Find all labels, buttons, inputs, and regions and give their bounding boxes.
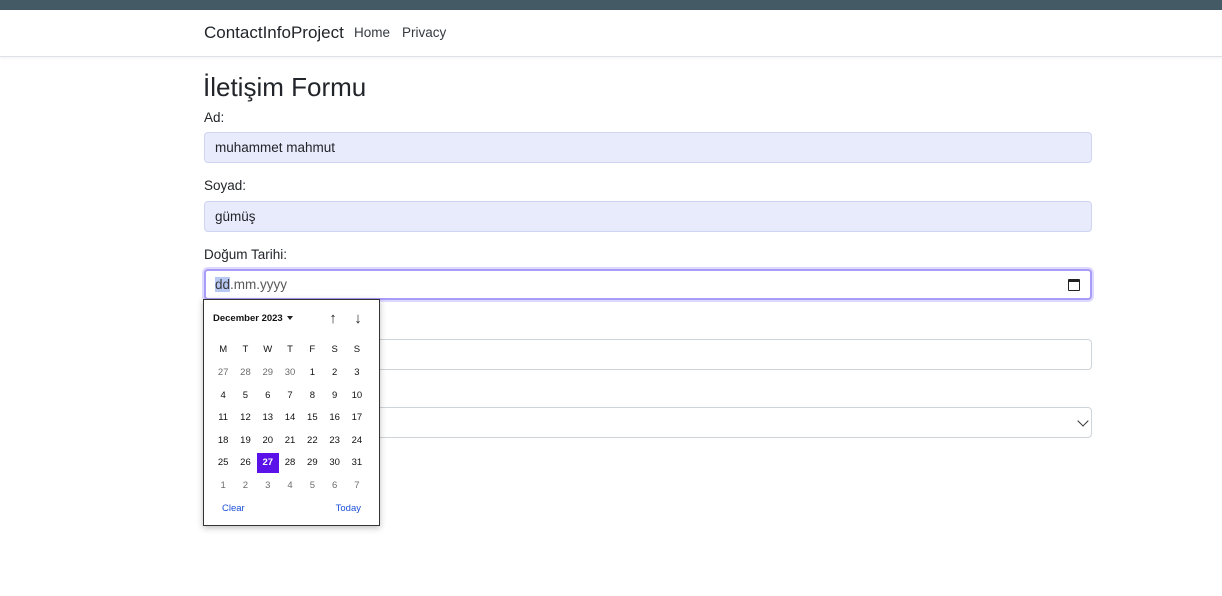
page-title: İletişim Formu	[203, 72, 367, 102]
calendar-day[interactable]: 12	[234, 408, 256, 428]
calendar-day[interactable]: 7	[346, 476, 368, 496]
weekday-header-row: MTWTFSS	[212, 340, 378, 360]
calendar-day[interactable]: 5	[234, 386, 256, 406]
calendar-day[interactable]: 26	[234, 453, 256, 473]
calendar-week-row: 18 19 20 21 22 23 24	[212, 431, 378, 451]
nav-link-privacy[interactable]: Privacy	[402, 25, 446, 40]
calendar-week-row: 11 12 13 14 15 16 17	[212, 408, 378, 428]
calendar-day[interactable]: 2	[323, 363, 345, 383]
calendar-day[interactable]: 1	[301, 363, 323, 383]
date-rest-segment: .mm.yyyy	[230, 277, 288, 292]
calendar-day[interactable]: 23	[323, 431, 345, 451]
calendar-day[interactable]: 25	[212, 453, 234, 473]
calendar-day[interactable]: 17	[346, 408, 368, 428]
chevron-down-icon	[1077, 415, 1089, 427]
calendar-day[interactable]: 5	[301, 476, 323, 496]
calendar-day[interactable]: 28	[279, 453, 301, 473]
last-name-label: Soyad:	[204, 178, 247, 193]
calendar-day[interactable]: 8	[301, 386, 323, 406]
calendar-week-row: 27 28 29 30 1 2 3	[212, 363, 378, 383]
calendar-day[interactable]: 29	[301, 453, 323, 473]
calendar-day[interactable]: 4	[212, 386, 234, 406]
calendar-day[interactable]: 21	[279, 431, 301, 451]
calendar-day[interactable]: 10	[346, 386, 368, 406]
calendar-day[interactable]: 13	[257, 408, 279, 428]
brand-link[interactable]: ContactInfoProject	[204, 23, 344, 43]
calendar-day[interactable]: 18	[212, 431, 234, 451]
weekday-label: W	[263, 344, 273, 355]
navbar: ContactInfoProject Home Privacy	[0, 10, 1222, 57]
calendar-day[interactable]: 2	[234, 476, 256, 496]
month-year-label: December 2023	[213, 313, 283, 324]
calendar-day[interactable]: 15	[301, 408, 323, 428]
calendar-day[interactable]: 30	[323, 453, 345, 473]
birth-date-label: Doğum Tarihi:	[204, 247, 288, 262]
calendar-week-row: 25 26 27 28 29 30 31	[212, 453, 378, 473]
calendar-day[interactable]: 14	[279, 408, 301, 428]
calendar-day[interactable]: 6	[257, 386, 279, 406]
weekday-label: S	[331, 344, 338, 355]
calendar-day[interactable]: 22	[301, 431, 323, 451]
calendar-day[interactable]: 19	[234, 431, 256, 451]
calendar-day[interactable]: 9	[323, 386, 345, 406]
calendar-day[interactable]: 28	[234, 363, 256, 383]
browser-top-strip	[0, 0, 1222, 10]
clear-button[interactable]: Clear	[222, 503, 245, 514]
calendar-day[interactable]: 4	[279, 476, 301, 496]
calendar-day[interactable]: 27	[212, 363, 234, 383]
last-name-input[interactable]: gümüş	[204, 201, 1092, 232]
weekday-label: T	[242, 344, 249, 355]
caret-down-icon	[286, 316, 293, 321]
calendar-day[interactable]: 16	[323, 408, 345, 428]
arrow-down-icon[interactable]: ↓	[351, 311, 365, 327]
calendar-icon[interactable]	[1068, 279, 1080, 291]
arrow-up-icon[interactable]: ↑	[326, 311, 340, 327]
calendar-day[interactable]: 24	[346, 431, 368, 451]
date-picker-popup: December 2023 ↑ ↓ MTWTFSS 27 28 29 30 1 2 3 4 5 6…	[203, 299, 380, 526]
birth-date-input[interactable]: dd.mm.yyyy	[204, 269, 1092, 300]
today-button[interactable]: Today	[336, 503, 361, 514]
nav-link-home[interactable]: Home	[354, 25, 390, 40]
calendar-day-selected[interactable]: 27	[256, 453, 279, 473]
calendar-day[interactable]: 30	[279, 363, 301, 383]
first-name-label: Ad:	[204, 110, 225, 125]
weekday-label: T	[287, 344, 293, 355]
month-year-selector[interactable]: December 2023	[213, 313, 293, 324]
weekday-label: F	[309, 344, 316, 355]
first-name-value: muhammet mahmut	[215, 140, 336, 155]
date-day-segment[interactable]: dd	[215, 277, 231, 292]
calendar-day[interactable]: 1	[212, 476, 234, 496]
calendar-week-row: 4 5 6 7 8 9 10	[212, 386, 378, 406]
first-name-input[interactable]: muhammet mahmut	[204, 132, 1092, 163]
weekday-label: M	[219, 344, 228, 355]
calendar-day[interactable]: 29	[257, 363, 279, 383]
calendar-day[interactable]: 3	[257, 476, 279, 496]
calendar-day[interactable]: 7	[279, 386, 301, 406]
calendar-day[interactable]: 31	[346, 453, 368, 473]
calendar-day[interactable]: 20	[257, 431, 279, 451]
calendar-day[interactable]: 11	[212, 408, 234, 428]
last-name-value: gümüş	[215, 209, 256, 224]
calendar-day[interactable]: 3	[346, 363, 368, 383]
calendar-day[interactable]: 6	[323, 476, 345, 496]
weekday-label: S	[353, 344, 361, 355]
calendar-week-row: 1234567	[212, 476, 378, 496]
